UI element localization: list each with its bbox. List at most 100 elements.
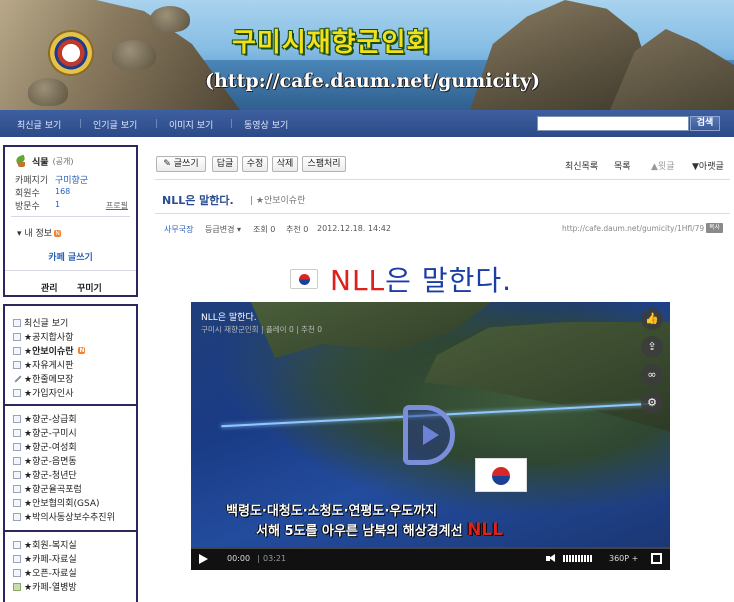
level-name: 식물 (32, 158, 49, 168)
headline-nll: NLL (330, 264, 386, 297)
plant-level-icon (15, 155, 28, 168)
video-controls: 00:00 | 03:21 360P + (191, 547, 670, 570)
quality-selector[interactable]: 360P + (609, 554, 638, 563)
reply-button[interactable]: 답글 (212, 156, 238, 172)
spam-button[interactable]: 스팸처리 (302, 156, 346, 172)
korean-flag-icon (290, 269, 318, 289)
menu-item[interactable]: ★자유게시판 (13, 358, 73, 371)
link-icon[interactable]: ∞ (641, 364, 663, 386)
banner-soldier-helmet (28, 78, 68, 106)
menu-item[interactable]: ★공지합사항 (13, 330, 73, 343)
menu-item[interactable]: ★향군-읍면동 (13, 454, 77, 467)
nav-latest[interactable]: 최신글 보기 (17, 118, 61, 131)
copy-url-button[interactable]: 복사 (706, 223, 723, 233)
search-button[interactable]: 검색 (690, 116, 720, 131)
video-player[interactable]: NLL은 말한다. 구미시 재향군인회 | 플레이 0 | 추천 0 👍 ⇪ ∞… (191, 302, 670, 570)
thumbs-up-icon[interactable]: 👍 (641, 308, 663, 330)
my-info-label: 내 정보 (24, 229, 53, 239)
post-headline: NLL은 말한다. (290, 259, 512, 299)
menu-item[interactable]: ★카페-자료실 (13, 552, 77, 565)
korean-flag-icon (475, 458, 527, 492)
banner-soldier-helmet (112, 40, 156, 70)
post-author[interactable]: 사무국장 (164, 224, 193, 235)
new-badge-icon: N (54, 230, 62, 237)
menu-label: ★향군-구미시 (24, 429, 77, 439)
menu-item[interactable]: ★향군-여성회 (13, 440, 77, 453)
nav-images[interactable]: 이미지 보기 (169, 118, 213, 131)
next-post-link[interactable]: ▼아랫글 (692, 159, 724, 172)
menu-item-active[interactable]: ★안보이슈란 N (13, 344, 86, 357)
write-button-label: 글쓰기 (173, 159, 199, 169)
map-land (424, 322, 670, 432)
divider (5, 270, 136, 271)
edit-button[interactable]: 수정 (242, 156, 268, 172)
board-icon (13, 414, 21, 423)
manage-button[interactable]: 관리 (41, 281, 58, 294)
nav-videos[interactable]: 동영상 보기 (244, 118, 288, 131)
board-icon (13, 554, 21, 563)
cafe-url: (http://cafe.daum.net/gumicity) (205, 70, 541, 92)
menu-item[interactable]: ★카페-열병방 (13, 580, 77, 593)
menu-item[interactable]: ★박의사동상보수추진위 (13, 510, 115, 523)
menu-label: ★향군율곡포럼 (24, 485, 82, 495)
view-count: 조회 0 (253, 225, 276, 234)
write-button[interactable]: ✎ 글쓰기 (156, 156, 206, 172)
banner-soldier-helmet (150, 6, 190, 32)
menu-item[interactable]: ★향군-상급회 (13, 412, 77, 425)
pencil-icon (13, 375, 21, 383)
menu-item[interactable]: ★가입자인사 (13, 386, 73, 399)
veterans-emblem-icon (50, 32, 92, 74)
video-caption-line1: 백령도·대청도·소청도·연평도·우도까지 (226, 504, 438, 519)
board-icon (13, 318, 21, 327)
cafe-title[interactable]: 구미시재향군인회 (232, 22, 431, 59)
menu-item[interactable]: ★오픈-자료실 (13, 566, 77, 579)
menu-item[interactable]: ★향군-구미시 (13, 426, 77, 439)
decorate-button[interactable]: 꾸미기 (77, 281, 102, 294)
visitors-count: 1 (55, 200, 61, 209)
volume-icon[interactable] (546, 554, 556, 563)
cafe-write-link[interactable]: 카페 글쓰기 (5, 250, 136, 263)
video-caption-line2: 서해 5도를 아우른 남북의 해상경계선 NLL (256, 520, 503, 540)
post-board-link[interactable]: | ★안보이슈란 (250, 193, 305, 206)
menu-label: ★오픈-자료실 (24, 569, 77, 579)
share-icon[interactable]: ⇪ (641, 336, 663, 358)
new-badge-icon: N (78, 347, 86, 354)
board-icon (13, 346, 21, 355)
menu-item[interactable]: ★한줄메모장 (13, 372, 73, 385)
menu-label: ★박의사동상보수추진위 (24, 513, 115, 523)
settings-icon[interactable]: ⚙ (641, 392, 663, 414)
menu-group-divider (5, 404, 136, 406)
search-input[interactable] (537, 116, 689, 131)
list-link[interactable]: 목록 (614, 159, 631, 172)
my-info-toggle[interactable]: ▾ 내 정보 N (17, 226, 62, 239)
menu-item[interactable]: ★향군율곡포럼 (13, 482, 82, 495)
menu-item[interactable]: ★회원-복지실 (13, 538, 77, 551)
play-icon[interactable] (199, 554, 208, 564)
menu-item[interactable]: 최신글 보기 (13, 316, 68, 329)
prev-post-link[interactable]: ▲윗글 (651, 159, 674, 172)
manager-link[interactable]: 구미향군 (55, 173, 88, 186)
cafe-level: 식물 (공개) (15, 155, 74, 168)
post-url[interactable]: http://cafe.daum.net/gumicity/1Hfl/79 (562, 224, 704, 233)
delete-button[interactable]: 삭제 (272, 156, 298, 172)
caption-nll: NLL (467, 520, 503, 540)
board-icon (13, 540, 21, 549)
caption-text: 서해 5도를 아우른 남북의 해상경계선 (256, 524, 468, 539)
fullscreen-icon[interactable] (651, 553, 662, 564)
menu-item[interactable]: ★향군-청년단 (13, 468, 77, 481)
board-icon (13, 470, 21, 479)
members-count[interactable]: 168 (55, 187, 70, 196)
nav-popular[interactable]: 인기글 보기 (93, 118, 137, 131)
volume-slider[interactable] (563, 555, 593, 562)
level-visibility: (공개) (52, 157, 74, 166)
latest-list-link[interactable]: 최신목록 (565, 159, 598, 172)
board-icon (13, 360, 21, 369)
grade-change[interactable]: 등급변경 ▾ (205, 224, 241, 235)
video-progress-bar[interactable] (191, 547, 670, 549)
profile-link[interactable]: 프로필 (106, 200, 128, 211)
menu-item[interactable]: ★안보협의회(GSA) (13, 496, 100, 509)
divider (155, 179, 730, 180)
post-date: 2012.12.18. 14:42 (317, 224, 391, 233)
manager-label: 카페지기 (15, 176, 49, 186)
board-icon (13, 456, 21, 465)
